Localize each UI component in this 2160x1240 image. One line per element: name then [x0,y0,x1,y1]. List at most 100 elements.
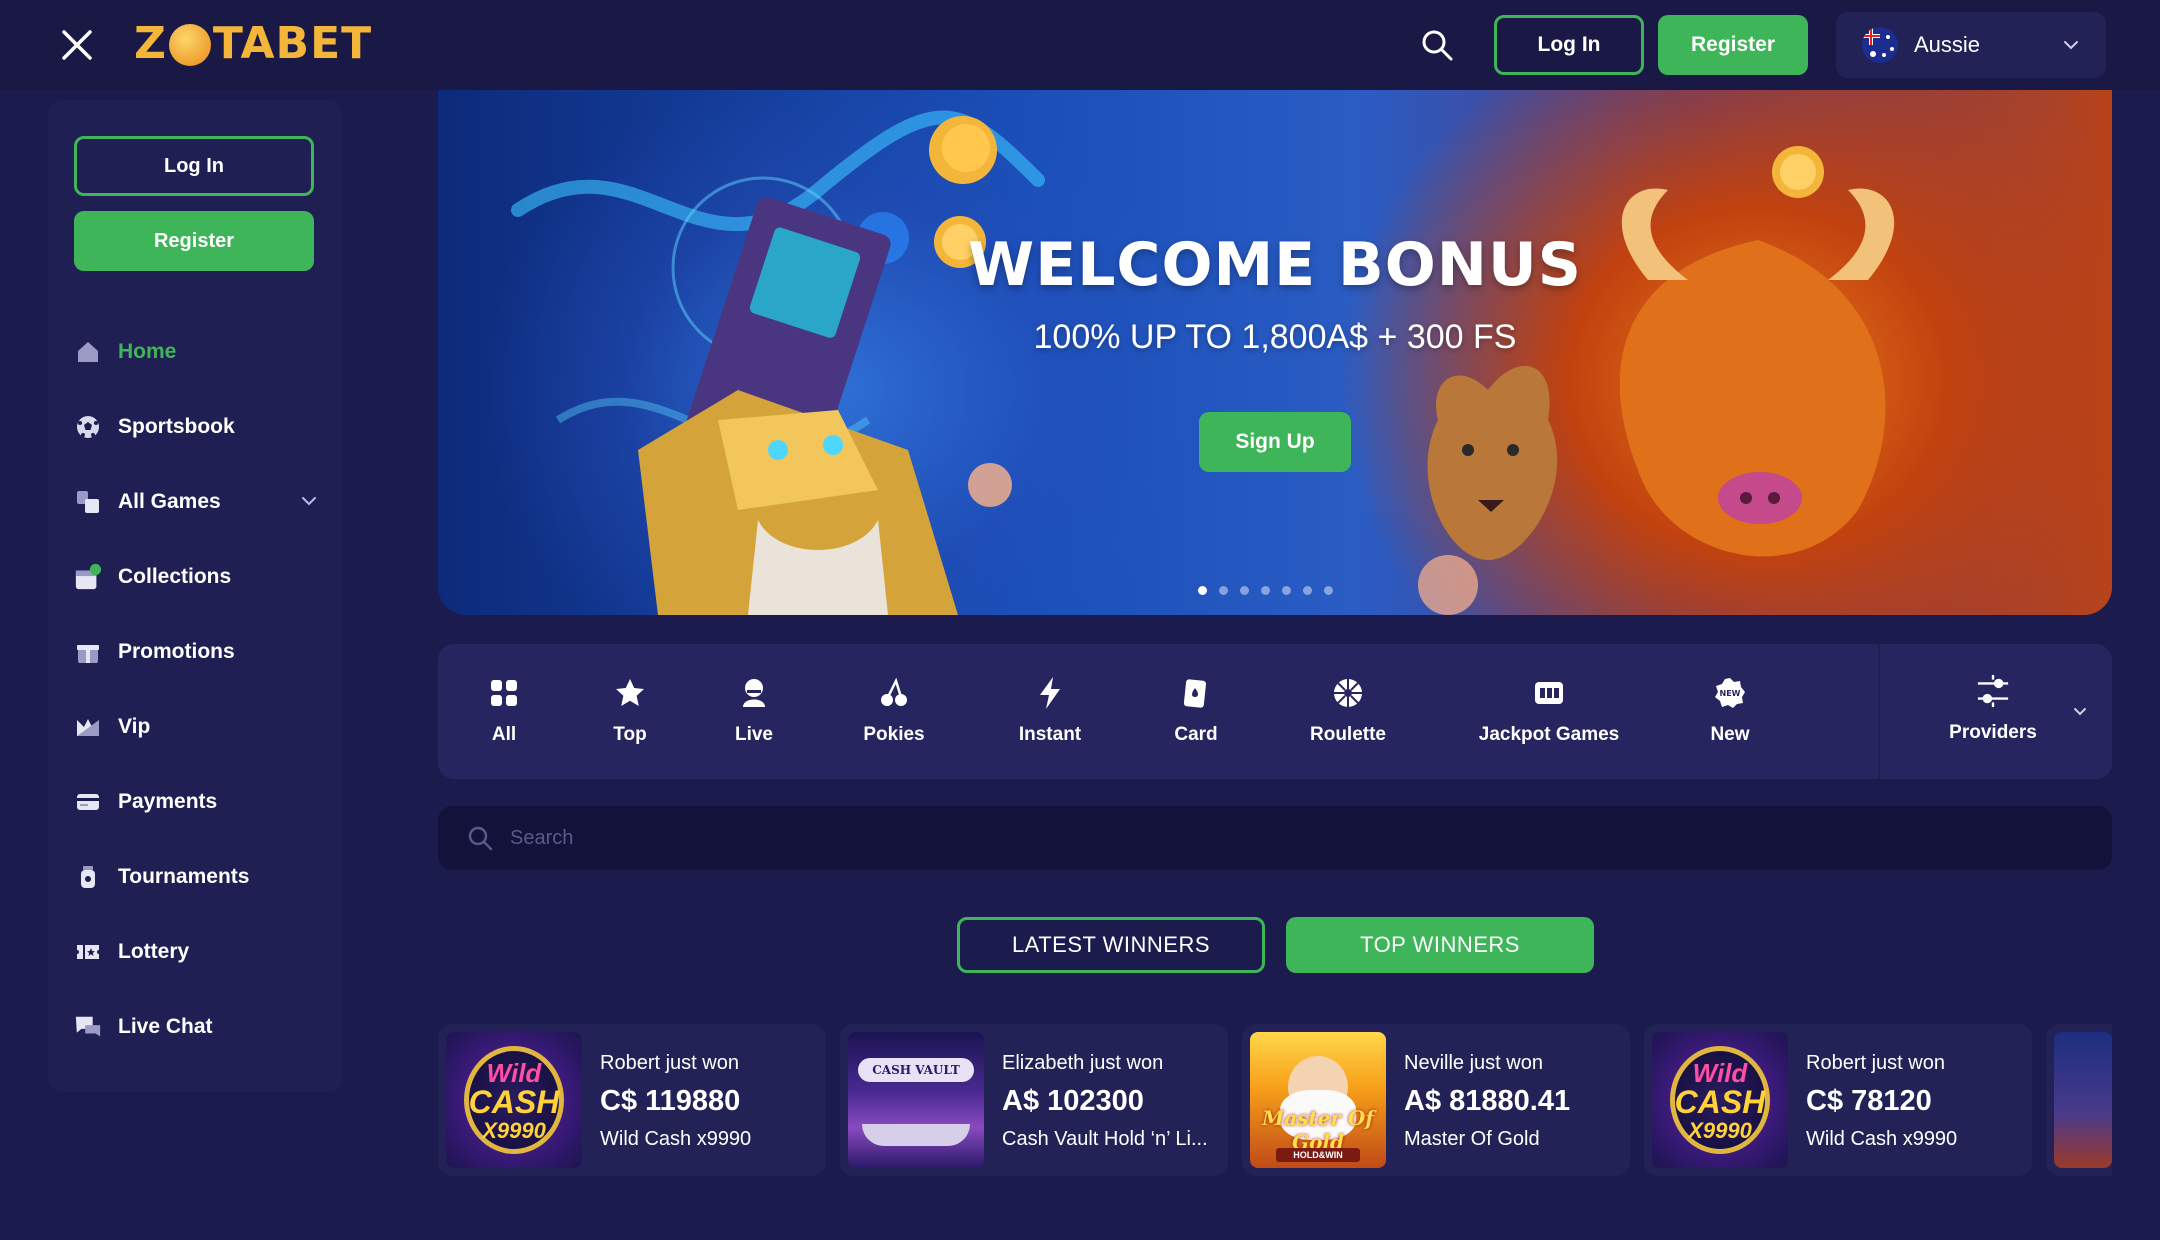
chat-icon [74,1013,102,1041]
tab-latest-winners[interactable]: LATEST WINNERS [957,917,1265,973]
sidebar-item-lottery[interactable]: Lottery [74,914,328,989]
top-header: Z TABET Log In Register Aussie [0,0,2160,90]
carousel-dot[interactable] [1261,586,1270,595]
close-icon[interactable] [58,26,96,64]
search-input[interactable] [510,826,2010,850]
sidebar-item-tournaments[interactable]: Tournaments [74,839,328,914]
grid-icon [487,676,521,710]
logo-text-end: TABET [212,18,373,69]
winner-card-partial[interactable] [2046,1024,2112,1176]
category-card[interactable]: Card [1172,676,1220,746]
hero-subtitle: 100% UP TO 1,800A$ + 300 FS [1033,318,1517,356]
home-icon [74,338,102,366]
carousel-dot[interactable] [1198,586,1207,595]
winner-name: Robert just won [1806,1052,1945,1074]
sidebar-item-home[interactable]: Home [74,314,328,389]
winner-game: Cash Vault Hold ‘n’ Li... [1002,1128,1208,1150]
hero-banner[interactable]: WELCOME BONUS 100% UP TO 1,800A$ + 300 F… [438,90,2112,615]
carousel-dot[interactable] [1324,586,1333,595]
game-search-bar [438,806,2112,870]
logo[interactable]: Z TABET [134,18,372,69]
soccer-ball-icon [74,413,102,441]
vip-icon [74,713,102,741]
sidebar-item-sportsbook[interactable]: Sportsbook [74,389,328,464]
chevron-down-icon[interactable] [2072,704,2088,720]
language-selector[interactable]: Aussie [1836,12,2106,78]
sidebar-item-label: Vip [118,714,151,738]
chevron-down-icon[interactable] [300,492,318,510]
tab-top-winners[interactable]: TOP WINNERS [1286,917,1594,973]
sidebar-item-label: Live Chat [118,1014,213,1038]
thumbnail-logo-text: X9990 [1688,1118,1752,1143]
game-thumbnail: CASH VAULT [848,1032,984,1168]
language-label: Aussie [1914,32,1981,57]
sidebar-item-all-games[interactable]: All Games [74,464,328,539]
thumbnail-logo-text: Master Of Gold [1262,1106,1374,1154]
category-label: Card [1174,724,1218,745]
category-jackpot-games[interactable]: Jackpot Games [1476,676,1622,746]
star-icon [613,676,647,710]
card-suit-icon [1179,676,1213,710]
winner-amount: C$ 78120 [1806,1085,1932,1117]
category-instant[interactable]: Instant [1015,676,1085,746]
category-label: Pokies [863,724,925,745]
sliders-icon [1976,674,2010,708]
game-thumbnail: Wild CASH X9990 [1652,1032,1788,1168]
australia-flag-icon [1862,27,1898,63]
header-register-button[interactable]: Register [1658,15,1808,75]
winner-name: Elizabeth just won [1002,1052,1164,1074]
category-providers[interactable]: Providers [1948,674,2038,744]
winner-amount: A$ 102300 [1002,1085,1144,1117]
card-icon [74,788,102,816]
sidebar-item-promotions[interactable]: Promotions [74,614,328,689]
category-label: Live [734,724,774,745]
category-top[interactable]: Top [610,676,650,746]
lightning-icon [1033,676,1067,710]
category-all[interactable]: All [484,676,524,746]
sidebar-item-collections[interactable]: Collections [74,539,328,614]
carousel-dot[interactable] [1219,586,1228,595]
chevron-down-icon [2064,41,2078,50]
game-thumbnail [2054,1032,2112,1168]
game-thumbnail: Master Of Gold HOLD&WIN [1250,1032,1386,1168]
category-label: Jackpot Games [1478,724,1620,745]
sidebar-item-label: Lottery [118,939,190,963]
hero-title: WELCOME BONUS [968,230,1582,300]
carousel-dot[interactable] [1282,586,1291,595]
gift-icon [74,638,102,666]
thumbnail-logo-text: CASH VAULT [858,1058,974,1082]
new-badge-icon: NEW [1713,676,1747,710]
winner-card[interactable]: Wild CASH X9990 Robert just won C$ 78120… [1644,1024,2032,1176]
sidebar-nav: Home Sportsbook All Games Collections Pr… [74,314,328,1064]
trophy-icon [74,863,102,891]
carousel-dot[interactable] [1240,586,1249,595]
search-icon [468,826,493,851]
category-new[interactable]: NEW New [1708,676,1752,746]
category-pokies[interactable]: Pokies [862,676,926,746]
collections-icon [74,563,102,591]
header-login-button[interactable]: Log In [1494,15,1644,75]
jackpot-icon [1532,676,1566,710]
winner-game: Master Of Gold [1404,1128,1540,1150]
thumbnail-logo-text: X9990 [482,1118,546,1143]
games-icon [74,488,102,516]
sidebar-item-payments[interactable]: Payments [74,764,328,839]
winner-card[interactable]: CASH VAULT Elizabeth just won A$ 102300 … [840,1024,1228,1176]
sidebar-item-vip[interactable]: Vip [74,689,328,764]
sidebar-item-label: Payments [118,789,218,813]
sidebar-item-label: Promotions [118,639,235,663]
winner-card[interactable]: Wild CASH X9990 Robert just won C$ 11988… [438,1024,826,1176]
sidebar-login-button[interactable]: Log In [74,136,314,196]
search-icon[interactable] [1420,28,1454,62]
category-roulette[interactable]: Roulette [1306,676,1390,746]
winner-card[interactable]: Master Of Gold HOLD&WIN Neville just won… [1242,1024,1630,1176]
thumbnail-logo-text: CASH [468,1084,560,1120]
logo-coin-icon [168,23,211,66]
carousel-dot[interactable] [1303,586,1312,595]
category-label: All [491,724,517,745]
winner-game: Wild Cash x9990 [600,1128,752,1150]
sidebar-item-live-chat[interactable]: Live Chat [74,989,328,1064]
sign-up-button[interactable]: Sign Up [1199,412,1351,472]
sidebar-register-button[interactable]: Register [74,211,314,271]
category-live[interactable]: Live [734,676,774,746]
